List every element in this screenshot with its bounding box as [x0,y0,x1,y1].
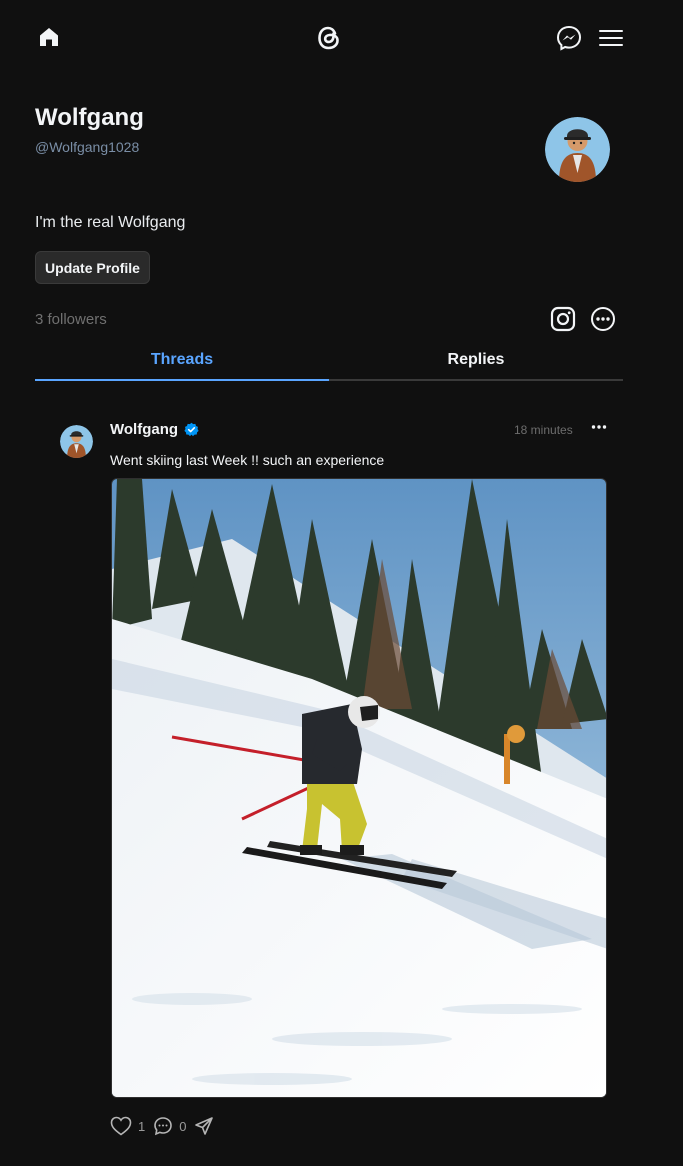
messenger-icon[interactable] [554,23,584,53]
verified-badge-icon [184,422,199,437]
update-profile-button[interactable]: Update Profile [35,251,150,284]
top-nav-bar [0,0,683,76]
followers-count[interactable]: 3 followers [35,311,107,328]
profile-handle: @Wolfgang1028 [35,139,140,155]
comment-icon [154,1117,173,1136]
like-count: 1 [138,1118,146,1134]
reply-count: 0 [179,1118,187,1134]
menu-icon[interactable] [597,25,625,51]
share-button[interactable] [194,1116,214,1136]
post-author-name[interactable]: Wolfgang [110,421,178,438]
profile-avatar[interactable] [545,117,610,182]
like-button[interactable] [110,1116,132,1136]
instagram-icon[interactable] [549,305,577,333]
post-more-icon[interactable] [588,418,610,436]
profile-bio: I'm the real Wolfgang [35,214,186,231]
post-actions: 1 0 [110,1114,214,1138]
post-image[interactable] [111,478,607,1098]
heart-icon [110,1116,132,1136]
threads-logo-icon[interactable] [313,22,345,54]
post-author: Wolfgang [110,421,199,438]
post-text: Went skiing last Week !! such an experie… [110,452,385,468]
post-timestamp: 18 minutes [514,423,573,437]
tab-threads[interactable]: Threads [35,340,329,381]
home-icon[interactable] [36,24,62,50]
reply-button[interactable] [153,1116,173,1136]
more-options-icon[interactable] [589,305,617,333]
tab-replies[interactable]: Replies [329,340,623,381]
profile-tabs: Threads Replies [35,340,623,381]
share-icon [195,1117,214,1135]
profile-name: Wolfgang [35,104,144,131]
post-author-avatar[interactable] [60,425,93,458]
